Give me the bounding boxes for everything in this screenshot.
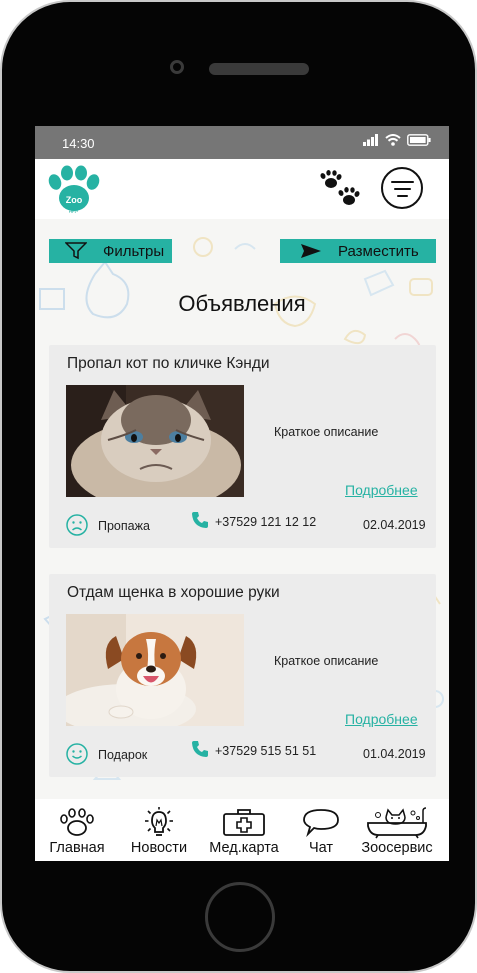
nav-item-zooservice[interactable]: Зоосервис <box>353 799 441 861</box>
app-header: Zoo друг <box>35 159 449 219</box>
home-button[interactable] <box>205 882 275 952</box>
earpiece-speaker <box>209 63 309 75</box>
phone-icon[interactable] <box>191 511 209 529</box>
paw-icon <box>60 808 94 836</box>
menu-line <box>394 188 411 190</box>
nav-item-medcard[interactable]: Мед.карта <box>202 799 286 861</box>
listings-area[interactable]: Фильтры Разместить Объявления Пропал кот… <box>35 219 449 799</box>
listing-title: Отдам щенка в хорошие руки <box>67 584 280 601</box>
filters-label: Фильтры <box>103 242 165 260</box>
page-title: Объявления <box>178 291 306 316</box>
listing-card[interactable]: Отдам щенка в хорошие руки Краткое описа… <box>49 574 436 777</box>
puppy-photo <box>66 614 244 726</box>
app-screen: 14:30 Zoo друг Фильтры Разместить Объявл… <box>35 126 449 861</box>
post-label: Разместить <box>338 242 419 260</box>
nav-item-home[interactable]: Главная <box>43 799 111 861</box>
nav-item-news[interactable]: Новости <box>124 799 194 861</box>
chat-bubble-icon <box>303 809 339 837</box>
post-ad-button[interactable]: Разместить <box>280 239 436 263</box>
menu-line <box>397 195 408 197</box>
filter-icon <box>65 242 87 260</box>
listing-phone[interactable]: +37529 515 51 51 <box>215 744 316 758</box>
more-link[interactable]: Подробнее <box>345 711 418 727</box>
menu-button[interactable] <box>381 167 423 209</box>
logo-text: Zoo <box>66 195 83 205</box>
send-icon <box>301 244 321 258</box>
listing-status: Подарок <box>98 748 148 762</box>
bottom-navigation: Главная Новости Мед.карта Чат Зоосервис <box>35 799 449 861</box>
phone-frame: 14:30 Zoo друг Фильтры Разместить Объявл… <box>0 0 477 973</box>
phone-icon[interactable] <box>191 740 209 758</box>
more-link[interactable]: Подробнее <box>345 482 418 498</box>
paws-icon[interactable] <box>318 170 362 208</box>
medical-kit-icon <box>223 809 265 836</box>
zoo-logo[interactable]: Zoo друг <box>47 165 101 215</box>
listing-description: Краткое описание <box>274 654 379 668</box>
listing-date: 01.04.2019 <box>363 747 426 761</box>
listing-phone[interactable]: +37529 121 12 12 <box>215 515 316 529</box>
status-bar: 14:30 <box>35 126 449 159</box>
listing-card[interactable]: Пропал кот по кличке Кэнди Краткое описа… <box>49 345 436 548</box>
wifi-icon <box>385 134 401 146</box>
menu-line <box>391 181 414 183</box>
signal-icon <box>363 134 378 146</box>
listing-description: Краткое описание <box>274 425 379 439</box>
listing-date: 02.04.2019 <box>363 518 426 532</box>
logo-subtext: друг <box>69 208 79 214</box>
sad-face-icon <box>66 514 88 536</box>
grumpy-cat-photo <box>66 385 244 497</box>
battery-icon <box>407 134 431 146</box>
lightbulb-icon <box>145 807 173 836</box>
front-camera <box>170 60 184 74</box>
status-time: 14:30 <box>62 136 95 151</box>
filters-button[interactable]: Фильтры <box>49 239 172 263</box>
nav-label: Зоосервис <box>361 840 433 856</box>
listing-status: Пропажа <box>98 519 150 533</box>
happy-face-icon <box>66 743 88 765</box>
nav-label: Новости <box>130 840 188 856</box>
nav-label: Главная <box>49 840 105 856</box>
nav-label: Мед.карта <box>209 840 279 856</box>
listing-title: Пропал кот по кличке Кэнди <box>67 355 270 372</box>
nav-label: Чат <box>308 840 334 856</box>
nav-item-chat[interactable]: Чат <box>299 799 343 861</box>
cat-bath-icon <box>367 807 427 839</box>
